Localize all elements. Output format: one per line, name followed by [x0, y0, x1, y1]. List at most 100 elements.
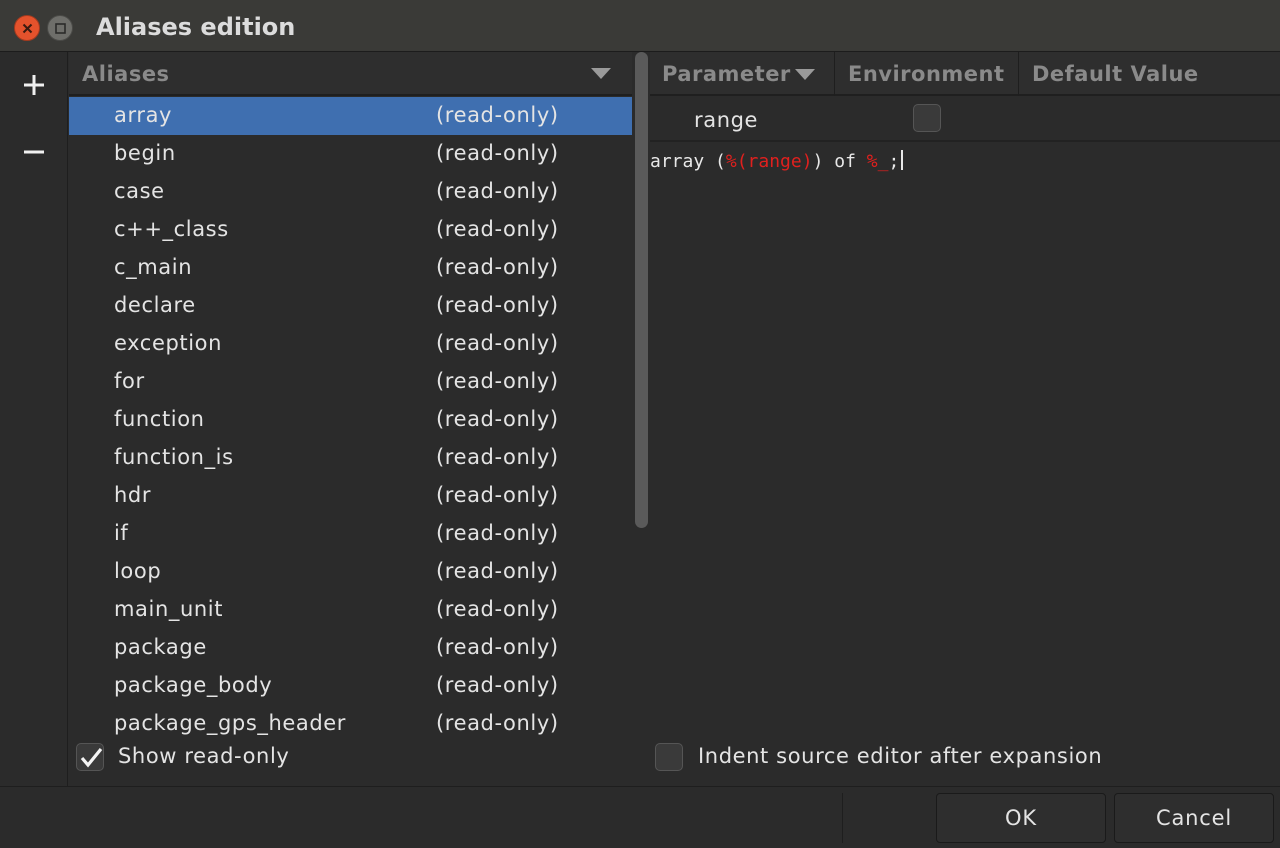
alias-row[interactable]: exception (read-only) — [69, 325, 632, 363]
alias-row[interactable]: declare (read-only) — [69, 287, 632, 325]
indent-option-label: Indent source editor after expansion — [698, 744, 1103, 768]
alias-name: package_body — [114, 673, 273, 697]
show-readonly-label: Show read-only — [118, 744, 290, 768]
alias-status: (read-only) — [436, 407, 559, 431]
dialog-footer: OK Cancel — [0, 786, 1280, 848]
minimize-icon — [55, 23, 66, 34]
alias-row[interactable]: array (read-only) — [69, 97, 632, 135]
parameter-reference: %(range) — [725, 151, 813, 172]
alias-name: c_main — [114, 255, 193, 279]
alias-status: (read-only) — [436, 217, 559, 241]
indent-checkbox[interactable] — [655, 743, 683, 771]
alias-name: array — [114, 103, 173, 127]
alias-status: (read-only) — [436, 331, 559, 355]
alias-name: loop — [114, 559, 162, 583]
alias-status: (read-only) — [436, 559, 559, 583]
alias-name: exception — [114, 331, 223, 355]
alias-name: begin — [114, 141, 176, 165]
footer-separator — [842, 793, 843, 843]
alias-row[interactable]: if (read-only) — [69, 515, 632, 553]
parameter-name: range — [694, 108, 759, 132]
aliases-scrollbar-thumb[interactable] — [635, 52, 648, 528]
alias-name: for — [114, 369, 145, 393]
parameters-header: Parameter Environment Default Value — [650, 52, 1280, 96]
minus-icon — [24, 150, 44, 154]
show-readonly-checkbox[interactable] — [76, 743, 104, 771]
aliases-header-label: Aliases — [82, 62, 170, 86]
alias-row[interactable]: c_main (read-only) — [69, 249, 632, 287]
alias-row[interactable]: function_is (read-only) — [69, 439, 632, 477]
minimize-window-button[interactable] — [47, 15, 73, 41]
cancel-button[interactable]: Cancel — [1114, 793, 1274, 843]
alias-name: case — [114, 179, 165, 203]
alias-status: (read-only) — [436, 635, 559, 659]
alias-status: (read-only) — [436, 369, 559, 393]
expansion-text: array (%(range)) of %_; — [650, 150, 904, 172]
add-alias-button[interactable] — [14, 65, 54, 105]
alias-status: (read-only) — [436, 521, 559, 545]
alias-row[interactable]: function (read-only) — [69, 401, 632, 439]
alias-row[interactable]: loop (read-only) — [69, 553, 632, 591]
environment-column-header[interactable]: Environment — [835, 52, 1019, 96]
sort-down-icon[interactable] — [795, 69, 815, 81]
text-caret — [901, 150, 904, 170]
cursor-placeholder: %_ — [866, 151, 889, 172]
alias-status: (read-only) — [436, 673, 559, 697]
default-value-header-label: Default Value — [1032, 62, 1199, 86]
alias-row[interactable]: c++_class (read-only) — [69, 211, 632, 249]
alias-row[interactable]: main_unit (read-only) — [69, 591, 632, 629]
alias-row[interactable]: for (read-only) — [69, 363, 632, 401]
alias-details-panel: Parameter Environment Default Value rang… — [650, 52, 1280, 786]
alias-status: (read-only) — [436, 597, 559, 621]
alias-name: if — [114, 521, 129, 545]
alias-name: function_is — [114, 445, 234, 469]
environment-header-label: Environment — [848, 62, 1005, 86]
aliases-list[interactable]: array (read-only) begin (read-only) case (rea… — [69, 97, 632, 790]
sort-down-icon[interactable] — [591, 68, 611, 80]
alias-status: (read-only) — [436, 483, 559, 507]
alias-row[interactable]: begin (read-only) — [69, 135, 632, 173]
alias-expansion-editor[interactable]: array (%(range)) of %_; — [650, 146, 1280, 736]
expansion-text-part: array ( — [650, 151, 726, 172]
title-bar: Aliases edition — [0, 0, 1280, 52]
alias-status: (read-only) — [436, 179, 559, 203]
alias-status: (read-only) — [436, 293, 559, 317]
alias-row[interactable]: package_gps_header (read-only) — [69, 705, 632, 743]
alias-status: (read-only) — [436, 445, 559, 469]
expansion-text-part: ; — [888, 151, 900, 172]
indent-option[interactable]: Indent source editor after expansion — [655, 742, 1255, 778]
alias-name: package — [114, 635, 207, 659]
alias-status: (read-only) — [436, 103, 559, 127]
parameter-header-label: Parameter — [662, 62, 791, 86]
remove-alias-button[interactable] — [14, 132, 54, 172]
alias-status: (read-only) — [436, 141, 559, 165]
show-readonly-option[interactable]: Show read-only — [76, 742, 476, 778]
alias-name: c++_class — [114, 217, 229, 241]
close-window-button[interactable] — [14, 15, 40, 41]
window-title: Aliases edition — [96, 13, 296, 41]
alias-status: (read-only) — [436, 711, 559, 735]
alias-name: hdr — [114, 483, 152, 507]
parameter-column-header[interactable]: Parameter — [650, 52, 835, 96]
alias-name: package_gps_header — [114, 711, 347, 735]
ok-button[interactable]: OK — [936, 793, 1106, 843]
parameter-row[interactable]: range — [650, 98, 1280, 142]
alias-row[interactable]: package_body (read-only) — [69, 667, 632, 705]
aliases-scrollbar[interactable] — [634, 52, 649, 786]
close-icon — [22, 23, 33, 34]
aliases-column-header[interactable]: Aliases — [69, 52, 632, 96]
alias-status: (read-only) — [436, 255, 559, 279]
alias-toolbar — [0, 52, 68, 786]
expansion-text-part: ) of — [812, 151, 867, 172]
alias-name: function — [114, 407, 205, 431]
checkmark-icon — [80, 747, 103, 768]
environment-checkbox[interactable] — [913, 104, 941, 132]
alias-row[interactable]: hdr (read-only) — [69, 477, 632, 515]
alias-name: main_unit — [114, 597, 224, 621]
default-value-column-header[interactable]: Default Value — [1019, 52, 1280, 96]
alias-row[interactable]: package (read-only) — [69, 629, 632, 667]
plus-icon — [24, 75, 44, 95]
alias-name: declare — [114, 293, 196, 317]
alias-row[interactable]: case (read-only) — [69, 173, 632, 211]
aliases-panel: Aliases array (read-only) begin (read-only)… — [69, 52, 649, 786]
